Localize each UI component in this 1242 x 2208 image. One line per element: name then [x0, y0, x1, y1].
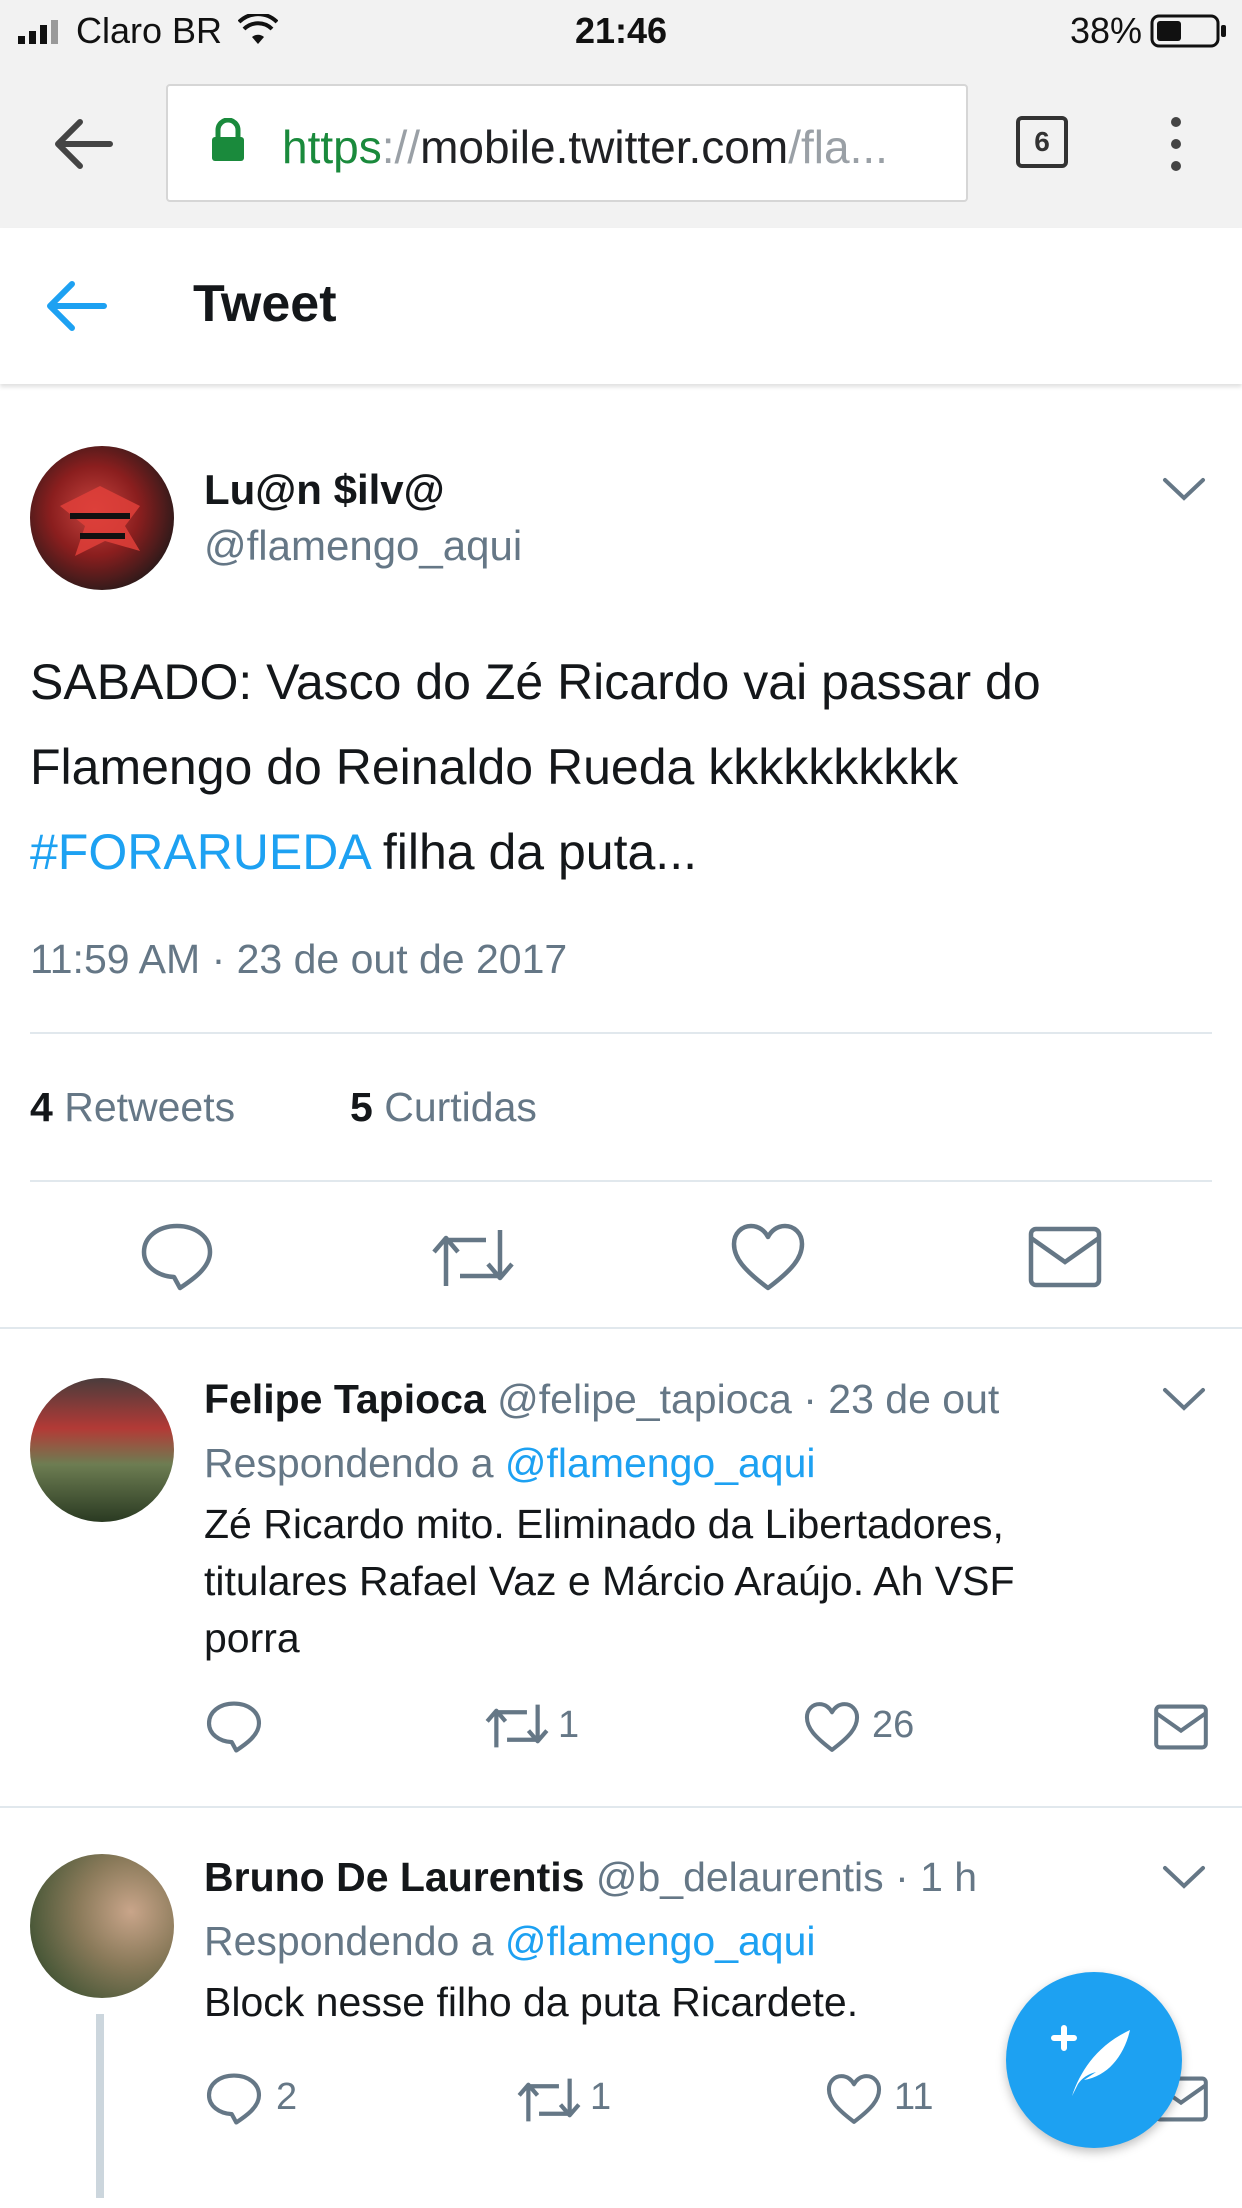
- tweet-text: SABADO: Vasco do Zé Ricardo vai passar d…: [30, 654, 1041, 880]
- likes-stat[interactable]: 5 Curtidas: [350, 1084, 537, 1131]
- lock-icon: [212, 118, 244, 161]
- clock: 21:46: [574, 10, 668, 51]
- url-text: https://mobile.twitter.com/fla...: [282, 121, 888, 173]
- reply-text: Zé Ricardo mito. Eliminado da Libertador…: [204, 1501, 1015, 1661]
- like-icon[interactable]: [730, 1222, 806, 1292]
- retweets-stat[interactable]: 4 Retweets: [30, 1084, 235, 1131]
- author-handle[interactable]: @flamengo_aqui: [204, 522, 522, 570]
- thread-line: [96, 2014, 104, 2198]
- reply-icon[interactable]: [206, 1700, 262, 1754]
- reply-avatar[interactable]: [30, 1378, 174, 1522]
- reply-meta: Bruno De Laurentis @b_delaurentis · 1 h: [204, 1854, 977, 1901]
- divider: [0, 1327, 1242, 1329]
- reply-time: · 23 de out: [803, 1376, 1000, 1422]
- tab-switcher-button[interactable]: 6: [1016, 116, 1068, 168]
- replying-to-link[interactable]: @flamengo_aqui: [505, 1440, 816, 1486]
- reply-count: 2: [276, 2076, 298, 2118]
- back-arrow-icon[interactable]: [46, 280, 108, 332]
- reply-icon[interactable]: [140, 1222, 214, 1292]
- retweet-count: 1: [590, 2076, 612, 2118]
- page-title: Tweet: [193, 275, 337, 333]
- chevron-down-icon[interactable]: [1162, 476, 1206, 504]
- reply-meta: Felipe Tapioca @felipe_tapioca · 23 de o…: [204, 1376, 999, 1423]
- replying-to: Respondendo a @flamengo_aqui: [204, 1918, 816, 1964]
- direct-message-icon[interactable]: [1028, 1226, 1102, 1288]
- address-bar[interactable]: https://mobile.twitter.com/fla...: [166, 84, 968, 202]
- compose-tweet-button[interactable]: [1006, 1972, 1182, 2148]
- reply-author-handle[interactable]: @b_delaurentis: [596, 1854, 884, 1900]
- compose-quill-icon: [1051, 2025, 1130, 2096]
- reply-author-name[interactable]: Bruno De Laurentis: [204, 1854, 584, 1900]
- like-count: 26: [872, 1704, 915, 1746]
- reply-author-handle[interactable]: @felipe_tapioca: [497, 1376, 792, 1422]
- divider: [30, 1180, 1212, 1182]
- replying-to: Respondendo a @flamengo_aqui: [204, 1440, 816, 1486]
- page-header: Tweet: [0, 228, 1242, 384]
- retweet-count: 1: [558, 1704, 580, 1746]
- reply-avatar[interactable]: [30, 1854, 174, 1998]
- tweet-timestamp: 11:59 AM · 23 de out de 2017: [30, 936, 568, 982]
- retweet-icon[interactable]: [484, 1700, 550, 1752]
- replying-to-link[interactable]: @flamengo_aqui: [505, 1918, 816, 1964]
- browser-back-icon[interactable]: [54, 118, 114, 170]
- like-icon[interactable]: [826, 2072, 882, 2126]
- hashtag-link[interactable]: #FORARUEDA: [30, 824, 369, 880]
- flamengo-crest-icon: [60, 486, 140, 556]
- like-count: 11: [894, 2076, 934, 2118]
- battery-icon: [1150, 14, 1226, 48]
- retweet-icon[interactable]: [430, 1224, 516, 1292]
- chevron-down-icon[interactable]: [1162, 1864, 1206, 1892]
- reply-tweet[interactable]: Felipe Tapioca @felipe_tapioca · 23 de o…: [0, 1330, 1242, 1808]
- author-name[interactable]: Lu@n $ilv@: [204, 466, 445, 514]
- retweet-icon[interactable]: [516, 2074, 582, 2126]
- reply-author-name[interactable]: Felipe Tapioca: [204, 1376, 486, 1422]
- direct-message-icon[interactable]: [1154, 1704, 1208, 1750]
- status-bar: Claro BR 21:46 38%: [0, 0, 1242, 62]
- browser-menu-icon[interactable]: [1168, 116, 1184, 172]
- divider: [30, 1032, 1212, 1034]
- chevron-down-icon[interactable]: [1162, 1386, 1206, 1414]
- reply-time: · 1 h: [895, 1854, 978, 1900]
- reply-icon[interactable]: [206, 2072, 262, 2126]
- author-avatar[interactable]: [30, 446, 174, 590]
- like-icon[interactable]: [804, 1700, 860, 1754]
- battery-percent: 38%: [1069, 10, 1142, 51]
